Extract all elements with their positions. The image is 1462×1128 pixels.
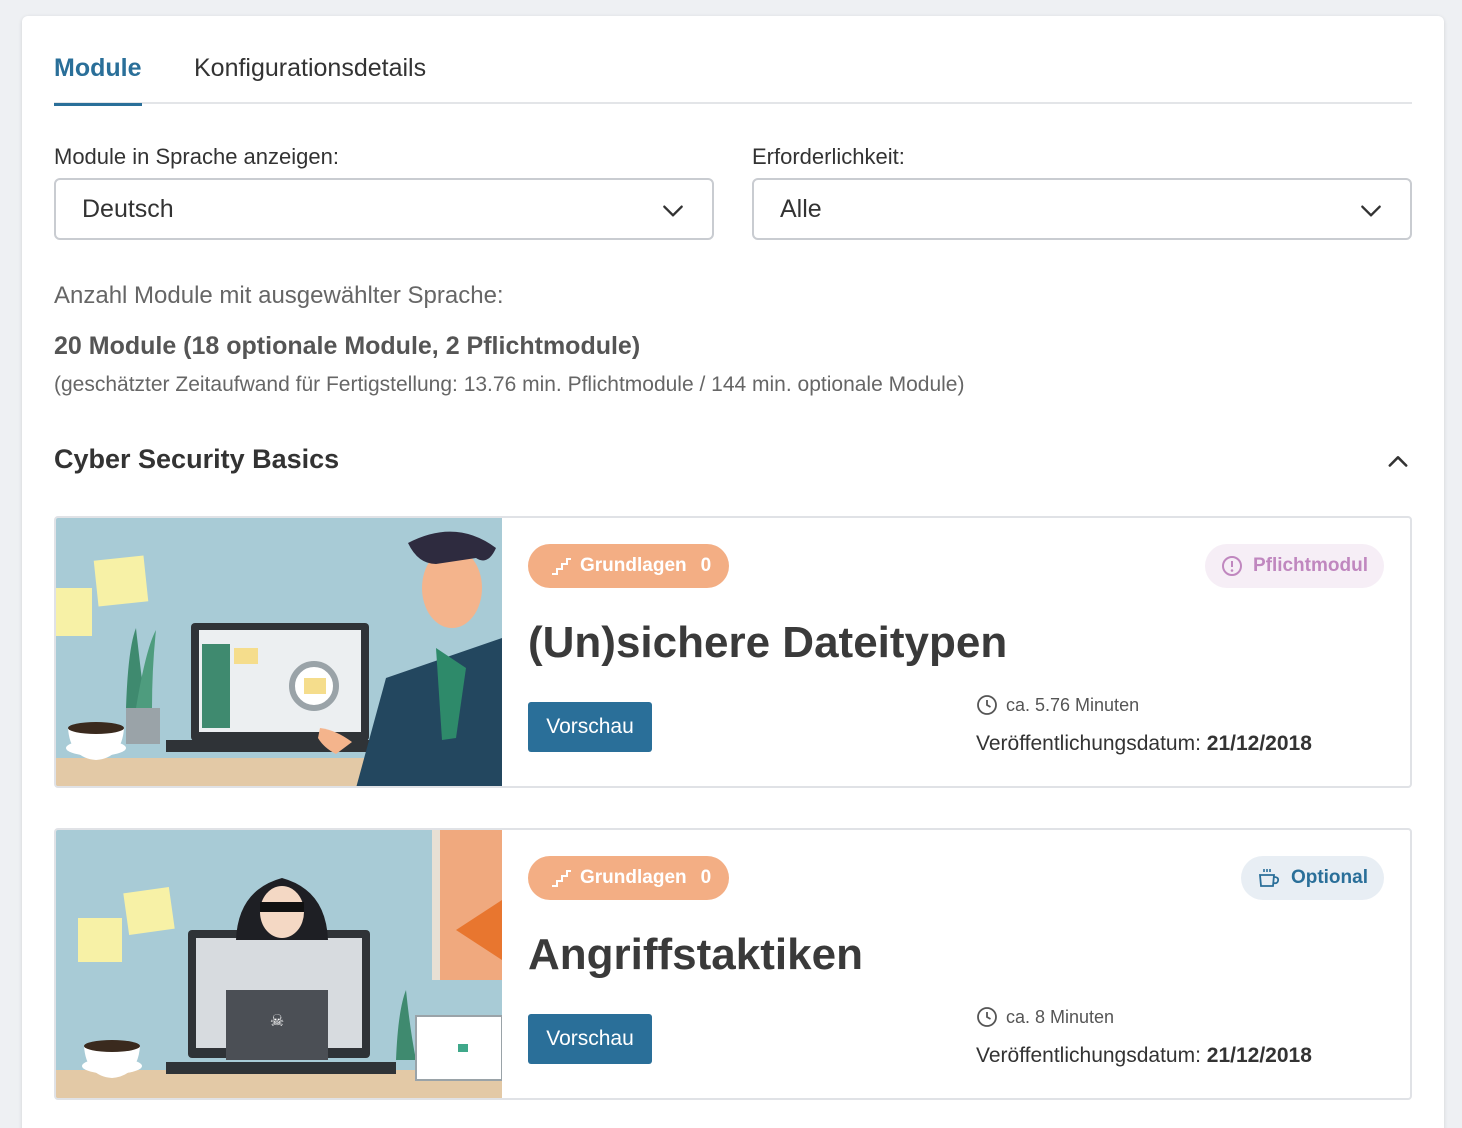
publication-date: Veröffentlichungsdatum: 21/12/2018: [976, 1044, 1312, 1068]
chevron-down-icon: [663, 205, 683, 217]
coffee-cup-icon: [1258, 869, 1279, 887]
module-duration: ca. 8 Minuten: [976, 1006, 1114, 1028]
module-card: Grundlagen 0 Pflichtmodul (Un)sichere Da…: [54, 516, 1412, 788]
module-count-summary: 20 Module (18 optionale Module, 2 Pflich…: [54, 332, 641, 360]
level-badge-number: 0: [700, 555, 712, 576]
modules-panel: Module Konfigurationsdetails Module in S…: [22, 16, 1444, 1128]
publication-date-value: 21/12/2018: [1206, 1044, 1312, 1067]
mandatory-badge: Pflichtmodul: [1204, 544, 1384, 588]
requirement-filter-label: Erforderlichkeit:: [752, 144, 905, 169]
module-thumbnail: [56, 518, 502, 786]
section-title: Cyber Security Basics: [54, 444, 340, 474]
requirement-badge-label: Pflichtmodul: [1252, 555, 1368, 576]
publication-date-label: Veröffentlichungsdatum:: [976, 732, 1201, 755]
publication-date-value: 21/12/2018: [1206, 732, 1312, 755]
chevron-down-icon: [1361, 205, 1381, 217]
module-time-estimate: (geschätzter Zeitaufwand für Fertigstell…: [54, 373, 965, 396]
language-select-value: Deutsch: [82, 194, 174, 223]
module-title: Angriffstaktiken: [528, 930, 863, 979]
preview-button[interactable]: Vorschau: [528, 702, 652, 752]
requirement-badge-label: Optional: [1290, 867, 1368, 888]
requirement-select[interactable]: Alle: [752, 178, 1412, 240]
duration-text: ca. 5.76 Minuten: [1006, 694, 1140, 715]
clock-icon: [977, 695, 997, 715]
tab-konfigurationsdetails[interactable]: Konfigurationsdetails: [194, 54, 426, 104]
level-badge: Grundlagen 0: [528, 856, 730, 900]
language-filter-label: Module in Sprache anzeigen:: [54, 144, 339, 169]
tab-module[interactable]: Module: [54, 54, 142, 106]
publication-date: Veröffentlichungsdatum: 21/12/2018: [976, 732, 1312, 756]
publication-date-label: Veröffentlichungsdatum:: [976, 1044, 1201, 1067]
exclamation-circle-icon: [1221, 556, 1242, 576]
level-badge-label: Grundlagen: [580, 867, 687, 888]
module-duration: ca. 5.76 Minuten: [976, 694, 1139, 716]
stairs-icon: [552, 558, 571, 575]
level-badge-number: 0: [700, 867, 712, 888]
optional-badge: Optional: [1240, 856, 1384, 900]
preview-button[interactable]: Vorschau: [528, 1014, 652, 1064]
level-badge: Grundlagen 0: [528, 544, 730, 588]
clock-icon: [977, 1007, 997, 1027]
duration-text: ca. 8 Minuten: [1006, 1006, 1115, 1027]
chevron-up-icon[interactable]: [1384, 448, 1412, 476]
module-thumbnail: ☠: [56, 830, 502, 1098]
svg-text:☠: ☠: [270, 1011, 284, 1030]
stairs-icon: [552, 870, 571, 887]
tab-bar: Module Konfigurationsdetails: [54, 16, 1412, 106]
language-select[interactable]: Deutsch: [54, 178, 714, 240]
module-title: (Un)sichere Dateitypen: [528, 618, 1008, 667]
module-card: ☠ Grundlagen 0 Optional Angriffstaktiken…: [54, 828, 1412, 1100]
module-count-label: Anzahl Module mit ausgewählter Sprache:: [54, 282, 504, 309]
level-badge-label: Grundlagen: [580, 555, 687, 576]
requirement-select-value: Alle: [780, 194, 822, 223]
